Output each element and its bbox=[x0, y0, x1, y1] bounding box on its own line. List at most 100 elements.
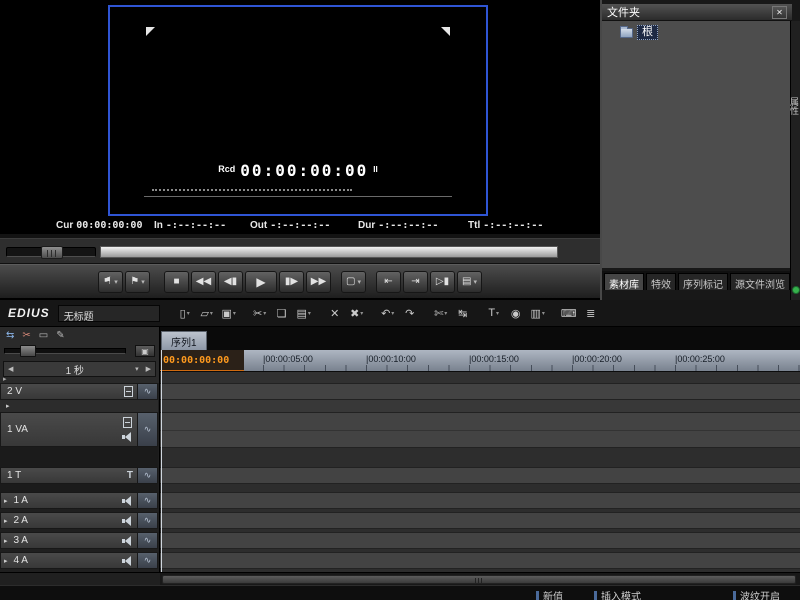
export-button[interactable]: ▤ ▾ bbox=[457, 270, 482, 293]
set-in-marker-button[interactable]: ⚑ ▾ bbox=[98, 270, 123, 293]
delete-button[interactable]: ✕ bbox=[324, 303, 346, 323]
tab-effects[interactable]: 特效 bbox=[646, 273, 676, 291]
zoom-left-arrow-icon[interactable]: ◀ bbox=[4, 365, 17, 373]
add-cut-point-button[interactable]: ✄ ▾ bbox=[430, 303, 452, 323]
timeline-ruler[interactable]: |00:00:05:00 |00:00:10:00 |00:00:15:00 |… bbox=[160, 350, 800, 372]
zoom-dropdown-icon[interactable]: ▾ bbox=[132, 365, 142, 373]
copy-button[interactable]: ❏ bbox=[271, 303, 293, 323]
open-project-button[interactable]: ▱ ▾ bbox=[196, 303, 218, 323]
zoom-right-arrow-icon[interactable]: ▶ bbox=[142, 365, 155, 373]
dropdown-icon[interactable]: ▾ bbox=[263, 310, 266, 317]
sync-mode-icon[interactable]: ⇆ bbox=[6, 330, 14, 341]
track-header-4a[interactable]: ▸ 4 A ∿ bbox=[0, 552, 158, 569]
expander-icon[interactable]: ▸ bbox=[4, 537, 8, 545]
title-track-icon[interactable]: T bbox=[127, 470, 133, 481]
rewind-button[interactable]: ◀◀ bbox=[191, 270, 216, 293]
redo-button[interactable]: ↷ bbox=[399, 303, 421, 323]
fit-to-window-button[interactable]: ▣ bbox=[135, 345, 155, 357]
goto-in-button[interactable]: ⇤ bbox=[376, 270, 401, 293]
patch-icon[interactable]: ∿ bbox=[137, 384, 157, 399]
patch-icon[interactable]: ∿ bbox=[137, 493, 157, 508]
display-mode-button[interactable]: ▢ ▾ bbox=[341, 270, 366, 293]
create-title-button[interactable]: T ▾ bbox=[483, 303, 505, 323]
dropdown-icon[interactable]: ▾ bbox=[391, 310, 394, 317]
keyboard-shortcuts-button[interactable]: ⌨ bbox=[558, 303, 580, 323]
expander-icon[interactable]: ▸ bbox=[6, 402, 10, 410]
audio-enable-icon[interactable] bbox=[122, 555, 133, 566]
goto-out-button[interactable]: ⇥ bbox=[403, 270, 428, 293]
paste-button[interactable]: ▤ ▾ bbox=[293, 303, 315, 323]
scrollbar-thumb[interactable] bbox=[162, 575, 796, 584]
playhead[interactable] bbox=[161, 350, 162, 572]
tab-properties-vertical[interactable]: 属性 bbox=[789, 97, 800, 115]
play-around-button[interactable]: ▷▮ bbox=[430, 270, 455, 293]
timeline-zoom-preset[interactable]: ◀ 1 秒 ▾ ▶ bbox=[3, 361, 156, 377]
patch-icon[interactable]: ∿ bbox=[137, 513, 157, 528]
shuttle-slider[interactable] bbox=[6, 246, 96, 259]
zoom-slider-handle[interactable] bbox=[20, 345, 36, 357]
audio-enable-icon[interactable] bbox=[122, 535, 133, 546]
panel-expander-icon[interactable]: ▸ bbox=[3, 375, 7, 383]
track-header-2a[interactable]: ▸ 2 A ∿ bbox=[0, 512, 158, 529]
dropdown-icon[interactable]: ▾ bbox=[360, 310, 363, 317]
voice-over-button[interactable]: ◉ bbox=[505, 303, 527, 323]
save-project-button[interactable]: ▣ ▾ bbox=[218, 303, 240, 323]
tab-source-browser[interactable]: 源文件浏览 bbox=[730, 273, 790, 291]
track-header-2v[interactable]: 2 V ∿ bbox=[0, 383, 158, 400]
prev-frame-button[interactable]: ◀▮ bbox=[218, 270, 243, 293]
dropdown-icon[interactable]: ▾ bbox=[444, 310, 447, 317]
color-bars-button[interactable]: ▥ ▾ bbox=[527, 303, 549, 323]
dropdown-icon[interactable]: ▾ bbox=[357, 278, 361, 286]
timeline-lane-1a[interactable] bbox=[160, 492, 800, 509]
track-header-1a[interactable]: ▸ 1 A ∿ bbox=[0, 492, 158, 509]
track-header-1t[interactable]: 1 T T ∿ bbox=[0, 467, 158, 484]
track-header-3a[interactable]: ▸ 3 A ∿ bbox=[0, 532, 158, 549]
expander-icon[interactable]: ▸ bbox=[4, 517, 8, 525]
track-header-1va[interactable]: 1 VA ∿ bbox=[0, 412, 158, 447]
timeline-lane-1t[interactable] bbox=[160, 467, 800, 484]
dropdown-icon[interactable]: ▾ bbox=[141, 278, 145, 286]
dropdown-icon[interactable]: ▾ bbox=[308, 310, 311, 317]
timeline-lane-2a[interactable] bbox=[160, 512, 800, 529]
timeline-horizontal-scrollbar[interactable] bbox=[160, 572, 800, 585]
expander-icon[interactable]: ▸ bbox=[4, 557, 8, 565]
audio-enable-icon[interactable] bbox=[122, 515, 133, 526]
bin-title-bar[interactable]: 文件夹 ✕ bbox=[602, 4, 792, 21]
patch-icon[interactable]: ∿ bbox=[137, 553, 157, 568]
tab-sequence-1[interactable]: 序列1 bbox=[161, 331, 207, 350]
set-out-marker-button[interactable]: ⚑ ▾ bbox=[125, 270, 150, 293]
new-sequence-button[interactable]: ▯ ▾ bbox=[174, 303, 196, 323]
status-item-insert-mode[interactable]: 插入模式 bbox=[594, 588, 641, 600]
video-enable-icon[interactable] bbox=[123, 417, 132, 428]
patch-icon[interactable]: ∿ bbox=[137, 468, 157, 483]
patch-icon[interactable]: ∿ bbox=[137, 413, 157, 446]
tab-asset-library[interactable]: 素材库 bbox=[604, 273, 644, 291]
dropdown-icon[interactable]: ▾ bbox=[496, 310, 499, 317]
track-expander-strip[interactable]: ▸ bbox=[0, 400, 158, 412]
dropdown-icon[interactable]: ▾ bbox=[210, 310, 213, 317]
expander-icon[interactable]: ▸ bbox=[4, 497, 8, 505]
dropdown-icon[interactable]: ▾ bbox=[114, 278, 118, 286]
fast-forward-button[interactable]: ▶▶ bbox=[306, 270, 331, 293]
select-mode-icon[interactable]: ▭ bbox=[39, 330, 48, 341]
cut-button[interactable]: ✂ ▾ bbox=[249, 303, 271, 323]
replace-button[interactable]: ✖ ▾ bbox=[346, 303, 368, 323]
next-frame-button[interactable]: ▮▶ bbox=[279, 270, 304, 293]
shuttle-handle[interactable] bbox=[41, 246, 63, 259]
tab-sequence-markers[interactable]: 序列标记 bbox=[678, 273, 728, 291]
player-position-bar[interactable] bbox=[100, 246, 558, 258]
video-enable-icon[interactable] bbox=[124, 386, 133, 397]
status-item-ripple-on[interactable]: 波纹开启 bbox=[733, 588, 780, 600]
stop-button[interactable]: ■ bbox=[164, 270, 189, 293]
dropdown-icon[interactable]: ▾ bbox=[187, 310, 190, 317]
close-icon[interactable]: ✕ bbox=[772, 5, 787, 19]
audio-enable-icon[interactable] bbox=[122, 432, 133, 442]
bin-root-folder-item[interactable]: 根 bbox=[620, 25, 790, 40]
bin-folder-tree[interactable]: 根 bbox=[602, 21, 790, 268]
audio-mixer-button[interactable]: ≣ bbox=[580, 303, 602, 323]
timeline-lanes-area[interactable] bbox=[160, 372, 800, 572]
timeline-lane-4a[interactable] bbox=[160, 552, 800, 569]
undo-button[interactable]: ↶ ▾ bbox=[377, 303, 399, 323]
match-frame-button[interactable]: ↹ bbox=[452, 303, 474, 323]
draw-mode-icon[interactable]: ✎ bbox=[56, 330, 64, 341]
